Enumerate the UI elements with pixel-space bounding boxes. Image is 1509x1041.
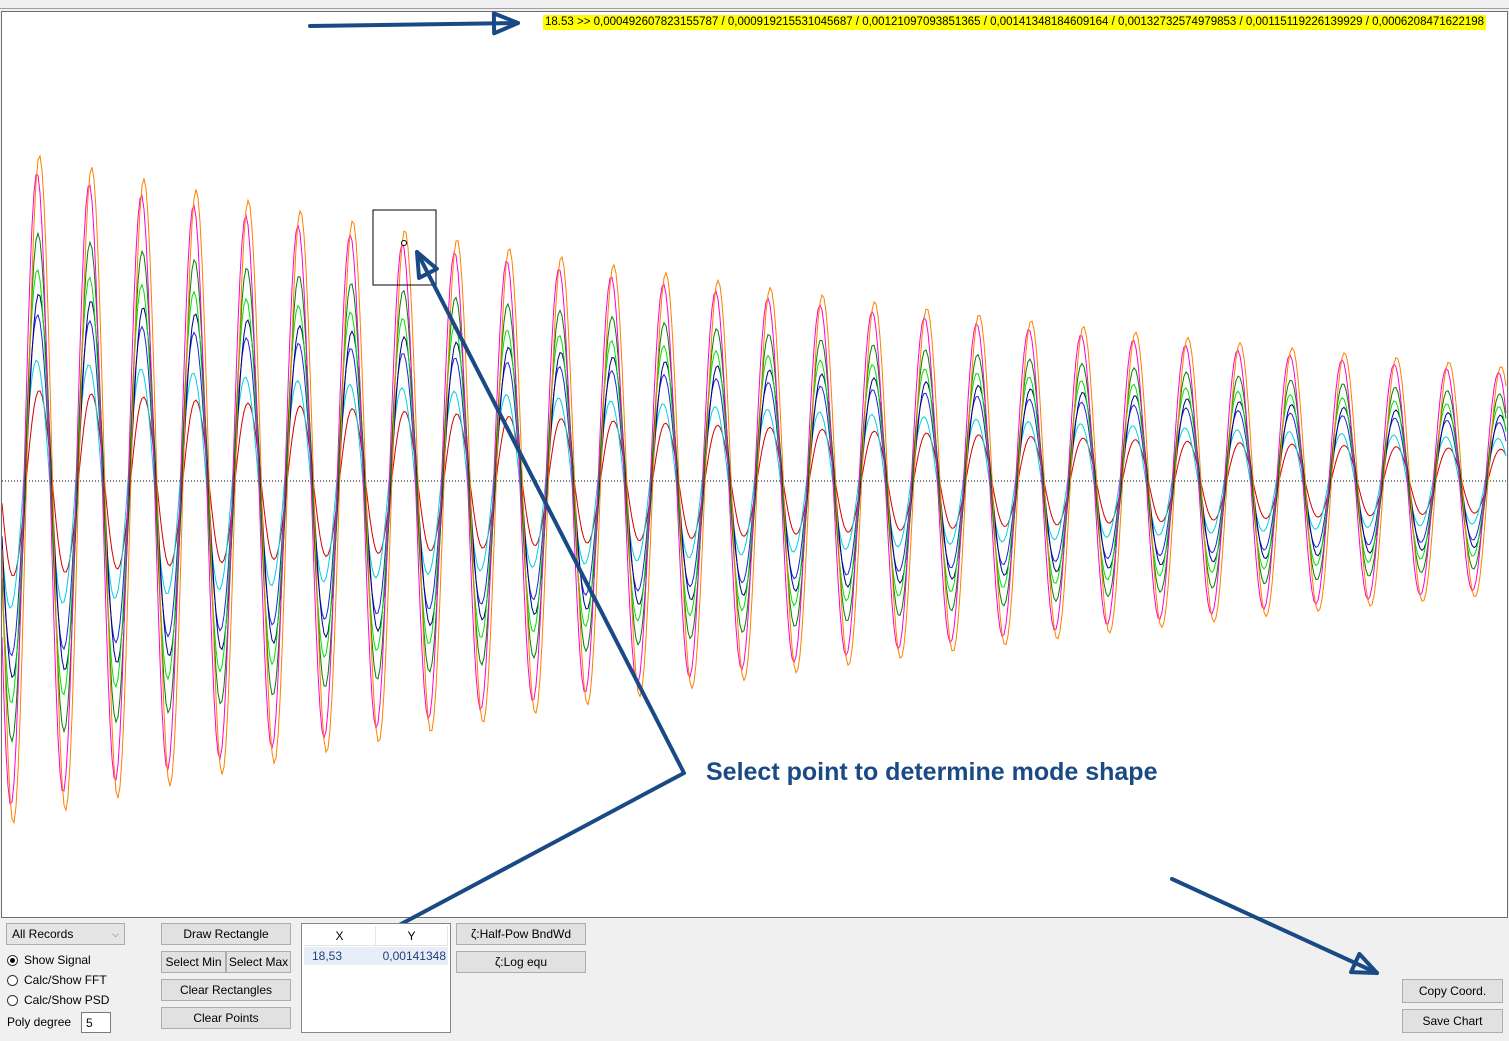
poly-degree-input[interactable] [81, 1012, 111, 1033]
draw-rectangle-button[interactable]: Draw Rectangle [161, 923, 291, 945]
radio-show-signal[interactable]: Show Signal [7, 952, 91, 968]
window-top-strip [0, 0, 1509, 9]
radio-calc-psd[interactable]: Calc/Show PSD [7, 992, 109, 1008]
radio-dot [7, 974, 18, 986]
log-decrement-button[interactable]: ζ:Log equ [456, 951, 586, 973]
radio-label: Calc/Show FFT [24, 973, 107, 987]
select-min-button[interactable]: Select Min [161, 951, 226, 973]
chevron-down-icon: ⌵ [112, 929, 119, 939]
grid-cell-y[interactable]: 0,00141348 [376, 947, 448, 965]
grid-header-y[interactable]: Y [376, 926, 448, 946]
clear-points-button[interactable]: Clear Points [161, 1007, 291, 1029]
records-select-value: All Records [12, 927, 74, 941]
selection-rectangle[interactable] [372, 209, 437, 286]
radio-label: Show Signal [24, 953, 91, 967]
selected-point-marker[interactable] [401, 240, 407, 246]
radio-label: Calc/Show PSD [24, 993, 110, 1007]
copy-coord-button[interactable]: Copy Coord. [1402, 979, 1503, 1003]
save-chart-button[interactable]: Save Chart [1402, 1009, 1503, 1033]
selected-point-readout: 18.53 >> 0,000492607823155787 / 0,000919… [543, 15, 1487, 30]
radio-dot [7, 994, 18, 1006]
radio-calc-fft[interactable]: Calc/Show FFT [7, 972, 107, 988]
selected-points-grid[interactable]: X Y 18,53 0,00141348 [301, 923, 451, 1033]
clear-rectangles-button[interactable]: Clear Rectangles [161, 979, 291, 1001]
select-max-button[interactable]: Select Max [226, 951, 291, 973]
grid-header-x[interactable]: X [304, 926, 376, 946]
poly-degree-label: Poly degree [7, 1015, 72, 1029]
radio-dot [7, 954, 18, 966]
annotation-label: Select point to determine mode shape [706, 758, 1158, 786]
half-power-bandwidth-button[interactable]: ζ:Half-Pow BndWd [456, 923, 586, 945]
records-select[interactable]: All Records ⌵ [6, 923, 125, 945]
grid-cell-x[interactable]: 18,53 [304, 947, 376, 965]
